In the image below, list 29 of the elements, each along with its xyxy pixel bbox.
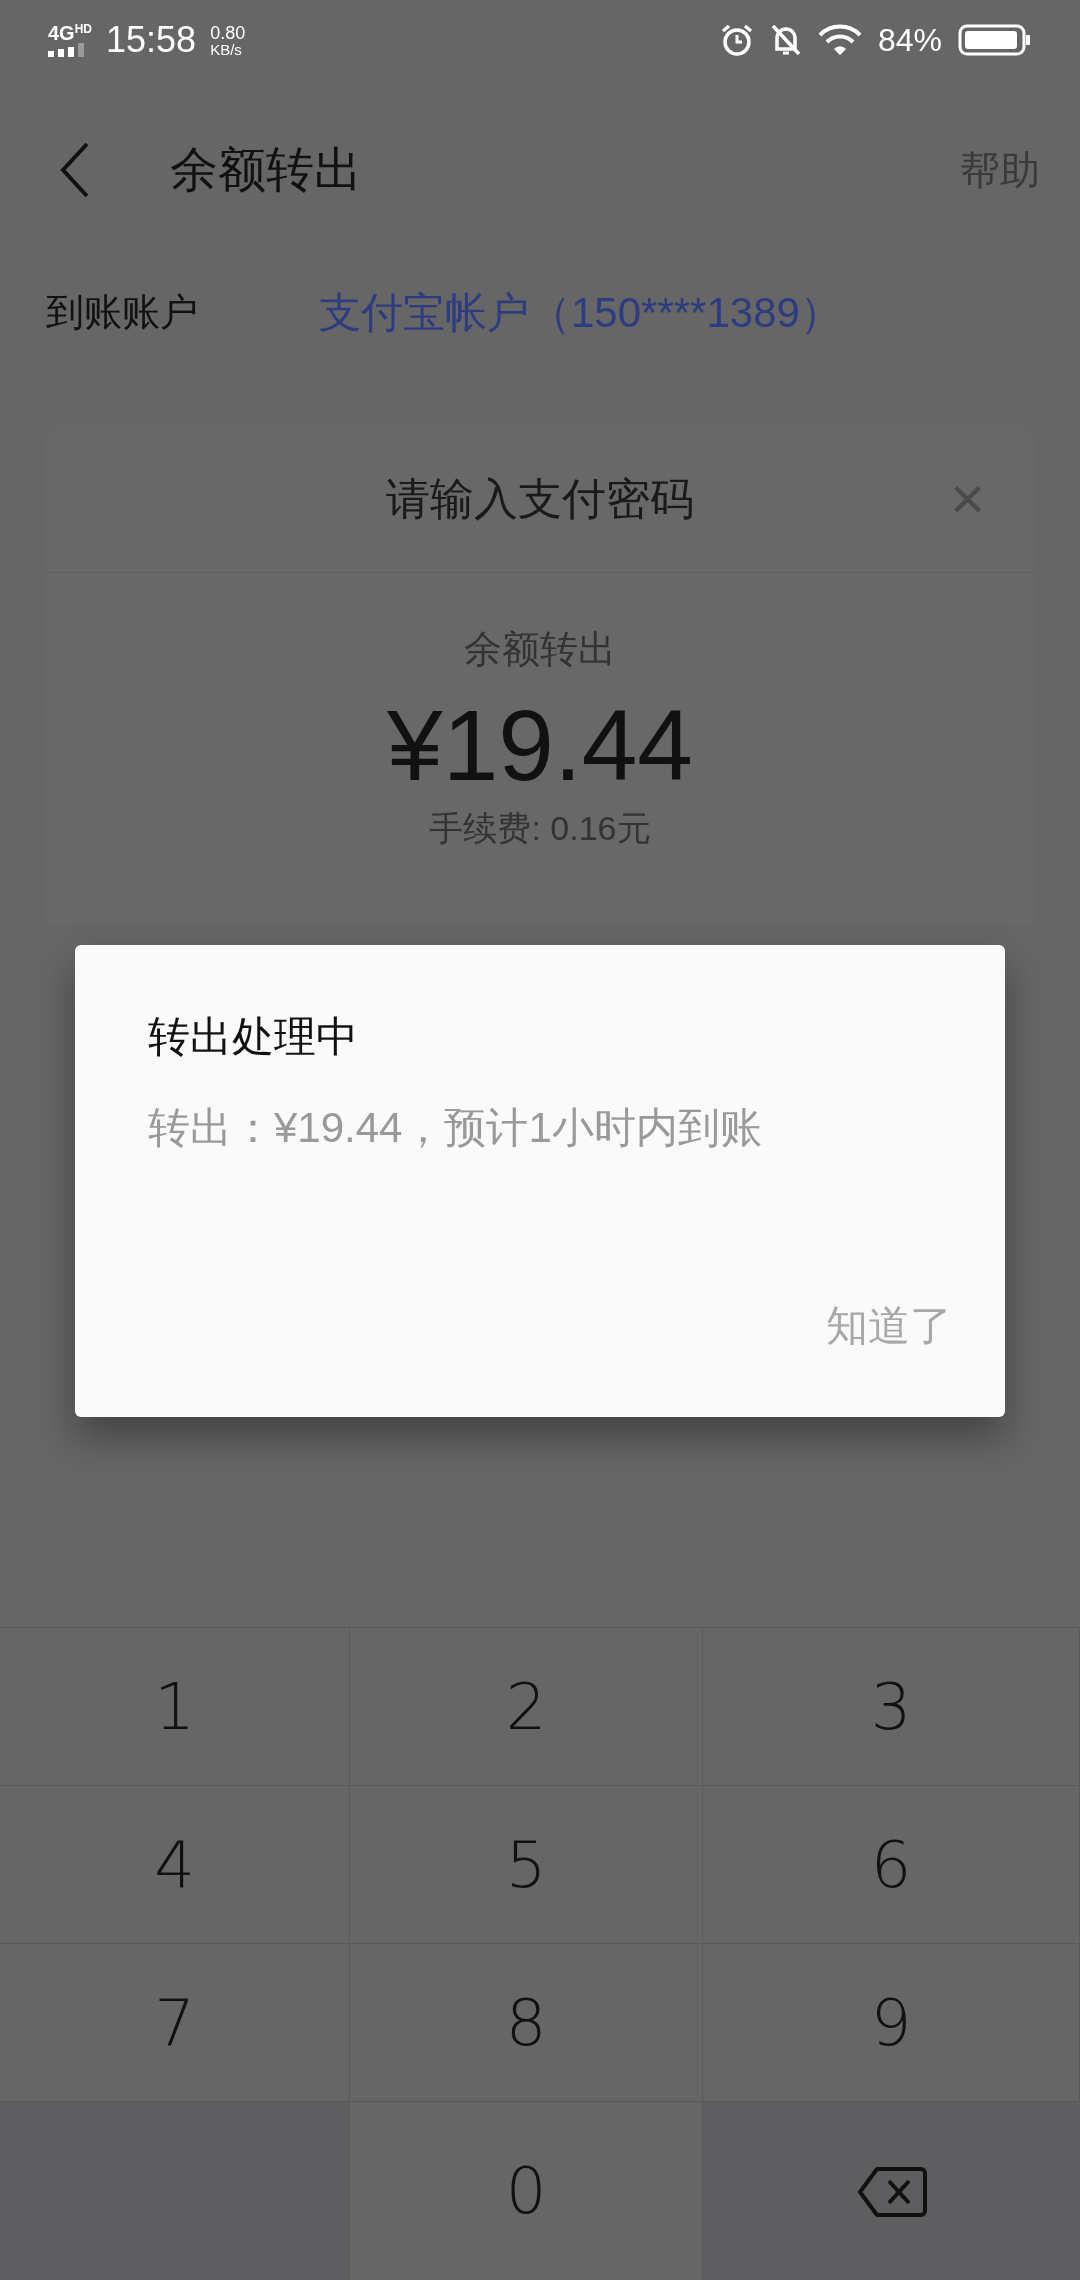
transfer-amount: ¥19.44: [387, 688, 693, 803]
account-label: 到账账户: [46, 290, 199, 335]
alarm-icon: [719, 23, 754, 57]
keypad-key[interactable]: 3: [703, 1628, 1080, 1786]
sheet-title: 请输入支付密码: [386, 472, 694, 525]
network-label: 4G: [48, 23, 75, 43]
keypad-key[interactable]: 4: [0, 1786, 350, 1944]
keypad-key[interactable]: 6: [703, 1786, 1080, 1944]
hd-label: HD: [74, 23, 93, 35]
speed-unit: KB/s: [210, 41, 243, 57]
backspace-icon: [856, 2165, 927, 2218]
keypad-key[interactable]: 1: [0, 1628, 350, 1786]
clock: 15:58: [106, 18, 197, 62]
battery-percent: 84%: [877, 21, 942, 60]
keypad-key[interactable]: 8: [350, 1944, 703, 2102]
network-speed: 0.80: [210, 23, 246, 42]
wifi-icon: [817, 24, 862, 56]
keypad-key[interactable]: 7: [0, 1944, 350, 2102]
muted-bell-icon: [769, 23, 802, 57]
account-value: 支付宝帐户（150****1389）: [319, 288, 842, 338]
back-icon: [60, 142, 90, 198]
ok-button[interactable]: 知道了: [826, 1294, 952, 1357]
keypad-key[interactable]: 9: [703, 1944, 1080, 2102]
dialog-message: 转出：¥19.44，预计1小时内到账: [148, 1103, 763, 1153]
keypad-key[interactable]: 5: [350, 1786, 703, 1944]
dialog-title: 转出处理中: [148, 1012, 359, 1062]
page-title: 余额转出: [170, 142, 362, 198]
keypad-key[interactable]: 2: [350, 1628, 703, 1786]
battery-icon: [958, 24, 1032, 56]
